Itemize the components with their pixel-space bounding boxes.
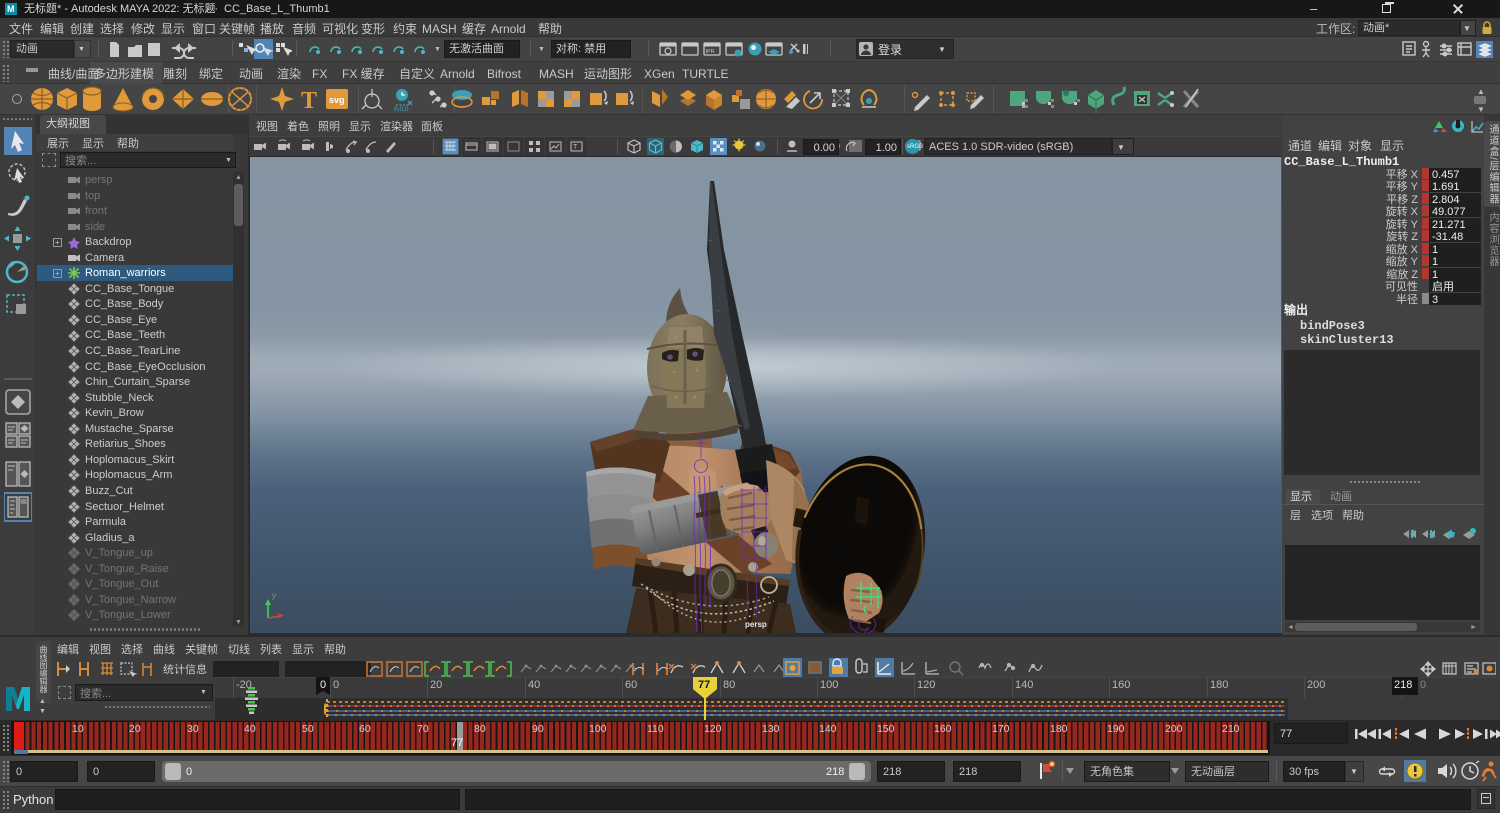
svg-text:T: T xyxy=(301,88,317,114)
svg-text:svg: svg xyxy=(329,95,345,105)
svg-text:IPR: IPR xyxy=(706,49,715,55)
svg-text:统计信息: 统计信息 xyxy=(163,662,207,676)
svg-text:y: y xyxy=(272,591,276,600)
svg-text:0,0,0: 0,0,0 xyxy=(394,106,409,113)
svg-text:T: T xyxy=(573,144,578,151)
